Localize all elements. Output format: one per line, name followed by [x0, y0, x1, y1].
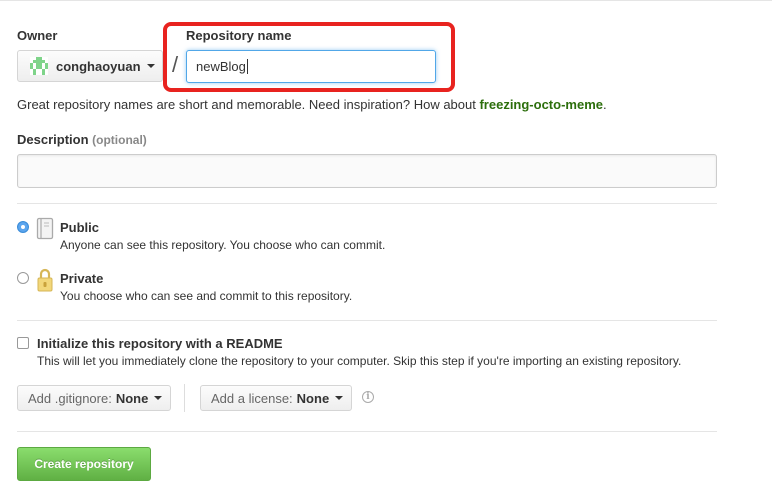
- private-title: Private: [60, 271, 104, 286]
- vertical-divider: [184, 384, 185, 412]
- description-label: Description: [17, 132, 89, 147]
- text-cursor: [246, 59, 248, 74]
- gitignore-select[interactable]: Add .gitignore: None: [17, 385, 171, 411]
- public-title: Public: [60, 220, 100, 235]
- suggestion-link[interactable]: freezing-octo-meme: [479, 97, 603, 112]
- readme-checkbox[interactable]: [17, 337, 29, 349]
- private-description: You choose who can see and commit to thi…: [60, 289, 353, 303]
- license-value: None: [296, 390, 330, 406]
- owner-name: conghaoyuan: [56, 58, 141, 74]
- readme-title: Initialize this repository with a README: [37, 336, 283, 351]
- readme-description: This will let you immediately clone the …: [37, 354, 682, 368]
- owner-select[interactable]: conghaoyuan: [17, 50, 163, 82]
- repo-name-value: newBlog: [196, 59, 246, 74]
- create-repository-button[interactable]: Create repository: [17, 447, 151, 481]
- lock-icon: [37, 268, 53, 292]
- hint-end: .: [603, 97, 607, 112]
- private-radio[interactable]: [17, 272, 29, 284]
- license-select[interactable]: Add a license: None: [200, 385, 352, 411]
- description-optional: (optional): [92, 133, 147, 147]
- divider: [17, 431, 717, 432]
- top-divider: [0, 0, 772, 1]
- description-label-row: Description (optional): [17, 132, 147, 147]
- description-input[interactable]: [17, 154, 717, 188]
- divider: [17, 203, 717, 204]
- chevron-down-icon: [154, 396, 163, 400]
- identicon-icon: [30, 57, 48, 75]
- repo-name-input[interactable]: newBlog: [186, 50, 436, 83]
- chevron-down-icon: [146, 64, 155, 68]
- gitignore-value: None: [115, 390, 149, 406]
- hint-text: Great repository names are short and mem…: [17, 97, 480, 112]
- repo-book-icon: [36, 217, 54, 240]
- license-label: Add a license:: [211, 390, 293, 406]
- repo-name-label: Repository name: [186, 28, 292, 43]
- public-radio[interactable]: [17, 221, 29, 233]
- info-icon[interactable]: i: [362, 391, 374, 403]
- chevron-down-icon: [335, 396, 344, 400]
- public-description: Anyone can see this repository. You choo…: [60, 238, 386, 252]
- gitignore-label: Add .gitignore:: [28, 390, 112, 406]
- owner-label: Owner: [17, 28, 58, 43]
- divider: [17, 320, 717, 321]
- repo-name-hint: Great repository names are short and mem…: [17, 97, 607, 112]
